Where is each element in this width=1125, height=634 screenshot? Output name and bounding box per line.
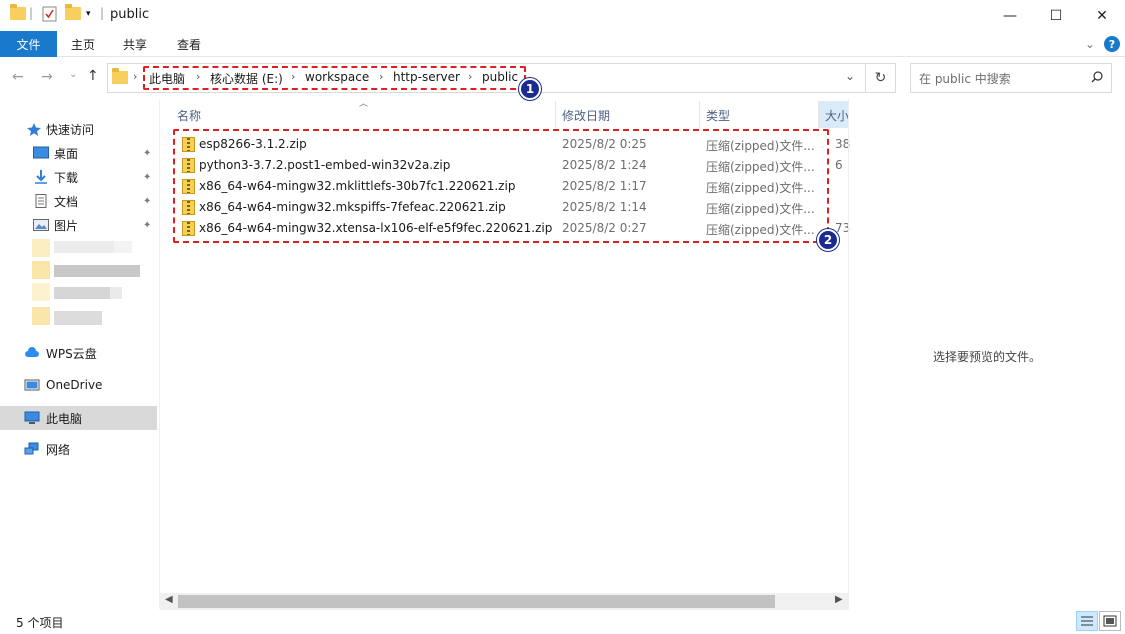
sidebar-item-label: OneDrive — [46, 378, 103, 392]
tab-view[interactable]: 查看 — [166, 31, 212, 57]
minimize-button[interactable]: — — [987, 0, 1033, 31]
close-button[interactable]: ✕ — [1079, 0, 1125, 31]
navigation-pane: 快速访问 桌面 ✦ 下载 ✦ 文档 ✦ 图片 ✦ WPS云盘 OneDrive … — [0, 99, 160, 609]
folder-icon — [10, 4, 26, 20]
details-view-button[interactable] — [1076, 611, 1098, 631]
preview-pane-divider[interactable] — [848, 99, 849, 609]
folder-icon — [112, 68, 128, 84]
help-icon[interactable]: ? — [1104, 36, 1120, 52]
large-icons-view-button[interactable] — [1099, 611, 1121, 631]
desktop-icon — [33, 146, 49, 159]
file-size: 6 — [835, 158, 843, 172]
tab-file[interactable]: 文件 — [0, 31, 57, 57]
pin-icon: ✦ — [143, 147, 152, 159]
horizontal-scrollbar[interactable]: ◀ ▶ — [160, 593, 848, 610]
details-view-icon — [1081, 616, 1093, 626]
sidebar-item-network[interactable]: 网络 — [0, 438, 157, 460]
sidebar-item-label: 文档 — [54, 194, 79, 209]
sidebar-item-wps-cloud[interactable]: WPS云盘 — [0, 342, 157, 364]
annotation-box-1 — [143, 66, 526, 90]
sidebar-item-desktop[interactable]: 桌面 ✦ — [0, 142, 157, 164]
back-button[interactable]: ← — [12, 69, 24, 85]
breadcrumb-separator[interactable]: › — [133, 70, 137, 83]
sidebar-item-label: 图片 — [54, 218, 79, 233]
pin-icon: ✦ — [143, 171, 152, 183]
column-header-size: 大小 — [825, 109, 848, 123]
picture-icon — [33, 219, 49, 231]
ribbon-tabs: 文件 主页 共享 查看 ⌄ ? — [0, 31, 1125, 57]
properties-icon[interactable] — [42, 6, 57, 22]
document-icon — [35, 194, 47, 208]
column-header-type[interactable]: 类型 — [706, 104, 730, 126]
pane-divider[interactable] — [159, 99, 160, 609]
window-title: public — [110, 7, 150, 22]
sidebar-item-label: 桌面 — [54, 146, 79, 161]
large-icons-view-icon — [1103, 615, 1117, 627]
search-icon[interactable] — [1091, 71, 1103, 83]
recent-locations-button[interactable]: ⌄ — [69, 69, 77, 80]
star-icon — [27, 123, 41, 136]
status-item-count: 5 个项目 — [16, 616, 64, 630]
sidebar-item-label: 下载 — [54, 170, 79, 185]
search-input[interactable] — [919, 70, 1089, 87]
column-header-name[interactable]: 名称 — [177, 104, 201, 126]
sidebar-item-label: 快速访问 — [46, 122, 95, 137]
refresh-button[interactable]: ↻ — [866, 63, 896, 93]
tab-share[interactable]: 共享 — [112, 31, 158, 57]
column-separator[interactable] — [699, 101, 700, 128]
scroll-left-icon[interactable]: ◀ — [165, 594, 173, 605]
address-dropdown-icon[interactable]: ⌄ — [845, 69, 855, 83]
column-separator[interactable] — [555, 101, 556, 128]
quick-access-toolbar — [10, 4, 26, 20]
sidebar-item-pictures[interactable]: 图片 ✦ — [0, 214, 157, 236]
forward-button[interactable]: → — [41, 69, 53, 85]
network-icon — [24, 442, 39, 455]
sidebar-item-label: WPS云盘 — [46, 346, 97, 361]
tab-home[interactable]: 主页 — [60, 31, 106, 57]
expand-ribbon-icon[interactable]: ⌄ — [1080, 31, 1100, 57]
onedrive-icon — [24, 379, 40, 391]
scrollbar-thumb[interactable] — [178, 595, 775, 608]
column-header-size-bg[interactable]: 大小 — [819, 101, 848, 128]
sort-ascending-icon: ︿ — [359, 99, 369, 109]
new-folder-icon[interactable] — [65, 4, 81, 20]
sidebar-item-label: 此电脑 — [46, 411, 83, 426]
computer-icon — [24, 411, 40, 424]
cloud-icon — [25, 347, 39, 357]
customize-toolbar-icon[interactable]: ▾ — [86, 9, 91, 19]
maximize-button[interactable]: ☐ — [1033, 0, 1079, 31]
sidebar-item-label: 网络 — [46, 442, 71, 457]
sidebar-item-onedrive[interactable]: OneDrive — [0, 374, 157, 396]
scroll-right-icon[interactable]: ▶ — [835, 594, 843, 605]
sidebar-item-quick-access[interactable]: 快速访问 — [0, 118, 157, 140]
toolbar-separator: | — [100, 6, 105, 20]
search-box[interactable] — [910, 63, 1112, 93]
preview-pane-message: 选择要预览的文件。 — [933, 350, 1042, 364]
annotation-badge-2: 2 — [817, 229, 839, 251]
annotation-badge-1: 1 — [519, 78, 541, 100]
blurred-items — [32, 239, 140, 331]
download-icon — [35, 170, 47, 184]
sidebar-item-downloads[interactable]: 下载 ✦ — [0, 166, 157, 188]
sidebar-item-this-pc[interactable]: 此电脑 — [0, 406, 157, 430]
pin-icon: ✦ — [143, 195, 152, 207]
toolbar-separator: | — [29, 6, 34, 20]
up-button[interactable]: ↑ — [87, 68, 99, 84]
annotation-box-2 — [173, 129, 829, 243]
sidebar-item-documents[interactable]: 文档 ✦ — [0, 190, 157, 212]
column-header-modified[interactable]: 修改日期 — [562, 104, 610, 126]
title-bar: | ▾ | public — ☐ ✕ — [0, 0, 1125, 31]
pin-icon: ✦ — [143, 219, 152, 231]
